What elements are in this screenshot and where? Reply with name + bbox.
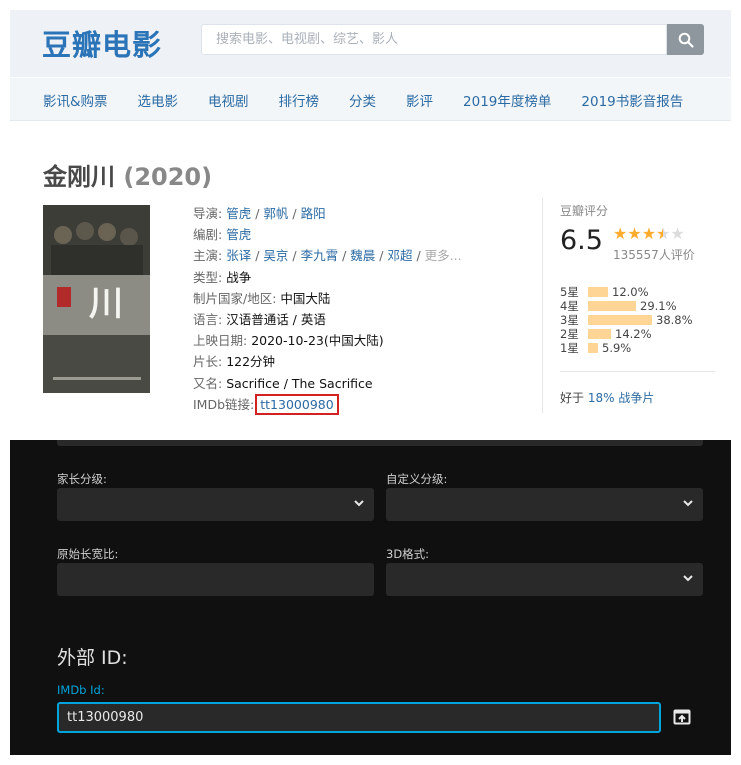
cast-link[interactable]: 张译 (226, 248, 251, 263)
rating-panel: 豆瓣评分 6.5 ★ ★ ★ ★ ★ 135557人评价 5星 12.0% 4星 2… (542, 198, 715, 413)
custom-rating-select[interactable] (386, 488, 703, 521)
rating-bar (588, 343, 598, 353)
page-title: 金刚川 (2020) (43, 157, 212, 192)
writer-link[interactable]: 管虎 (226, 227, 251, 242)
douban-nav: 影讯&购票 选电影 电视剧 排行榜 分类 影评 2019年度榜单 2019书影音… (10, 78, 731, 121)
rating-bar-row: 4星 29.1% (560, 299, 677, 313)
search-input[interactable] (202, 25, 656, 54)
runtime-value: 122分钟 (226, 354, 276, 370)
rating-bar-row: 2星 14.2% (560, 327, 652, 341)
language-value: 汉语普通话 / 英语 (226, 312, 326, 328)
imdb-link[interactable]: tt13000980 (260, 397, 333, 412)
search-button[interactable] (667, 24, 704, 55)
nav-item[interactable]: 影评 (406, 90, 433, 110)
imdb-highlight-box: tt13000980 (255, 393, 339, 415)
3d-format-select[interactable] (386, 563, 703, 596)
cast-link[interactable]: 李九霄 (301, 248, 339, 263)
imdb-id-input[interactable] (59, 704, 647, 731)
movie-title: 金刚川 (43, 163, 115, 191)
better-than: 好于 18% 战争片 (560, 391, 655, 405)
directors-row: 导演: 管虎 / 郭帆 / 路阳 (193, 206, 326, 221)
custom-rating-label: 自定义分级: (386, 472, 448, 486)
half-star-icon: ★ (656, 224, 671, 243)
release-row: 上映日期: 2020-10-23(中国大陆) (193, 333, 384, 349)
writer-row: 编剧: 管虎 (193, 227, 252, 243)
movie-year: (2020) (123, 163, 213, 191)
runtime-row: 片长: 122分钟 (193, 354, 276, 370)
nav-item[interactable]: 电视剧 (208, 90, 249, 110)
metadata-editor: 家长分级: 自定义分级: 原始长宽比: 3D格式: 外部 ID: IMDb Id… (10, 440, 731, 755)
parental-rating-label: 家长分级: (57, 472, 107, 486)
parental-rating-select[interactable] (57, 488, 374, 521)
cast-link[interactable]: 吴京 (263, 248, 288, 263)
svg-text:川: 川 (89, 284, 123, 324)
imdb-id-field[interactable] (57, 702, 661, 733)
nav-item[interactable]: 2019年度榜单 (463, 90, 551, 110)
chevron-down-icon (354, 500, 364, 507)
douban-logo[interactable]: 豆瓣电影 (42, 22, 162, 64)
chevron-down-icon (683, 575, 693, 582)
cast-link[interactable]: 魏晨 (350, 248, 375, 263)
search-icon (678, 32, 694, 48)
cast-more-link[interactable]: 更多... (425, 248, 462, 263)
rating-divider (560, 371, 715, 372)
nav-item[interactable]: 排行榜 (279, 90, 320, 110)
star-icon: ★ (641, 224, 657, 243)
rating-bar-row: 3星 38.8% (560, 313, 693, 327)
better-than-link[interactable]: 18% 战争片 (588, 391, 655, 405)
rating-bar-row: 1星 5.9% (560, 341, 632, 355)
nav-item[interactable]: 选电影 (138, 90, 179, 110)
external-ids-heading: 外部 ID: (57, 647, 128, 669)
star-empty-icon: ★ (670, 224, 685, 243)
previous-field-edge (57, 440, 703, 446)
nav-item[interactable]: 分类 (349, 90, 376, 110)
release-value: 2020-10-23(中国大陆) (251, 333, 384, 349)
rating-count[interactable]: 135557人评价 (613, 246, 695, 263)
rating-bar-row: 5星 12.0% (560, 285, 649, 299)
open-in-new-icon (673, 709, 691, 725)
movie-poster[interactable]: 川 (43, 205, 150, 393)
star-icon: ★ (627, 224, 642, 243)
genre-row: 类型: 战争 (193, 269, 252, 285)
imdb-row: IMDb链接: tt13000980 (193, 393, 462, 415)
rating-bar (588, 301, 636, 311)
douban-movie-page: 豆瓣电影 影讯&购票 选电影 电视剧 排行榜 分类 影评 2019年度榜单 20… (10, 10, 731, 436)
rating-bar (588, 287, 608, 297)
country-row: 制片国家/地区: 中国大陆 (193, 290, 331, 306)
search-box (201, 24, 667, 55)
cast-link[interactable]: 邓超 (387, 248, 412, 263)
director-link[interactable]: 管虎 (226, 206, 251, 221)
director-link[interactable]: 路阳 (301, 206, 326, 221)
open-external-link-button[interactable] (671, 706, 693, 728)
rating-distribution: 5星 12.0% 4星 29.1% 3星 38.8% 2星 14.2% 1星 5.9% (560, 285, 693, 355)
chevron-down-icon (683, 500, 693, 507)
nav-item[interactable]: 2019书影音报告 (581, 90, 683, 110)
3d-format-label: 3D格式: (386, 547, 430, 561)
aka-value: Sacrifice / The Sacrifice (226, 375, 373, 391)
genre-value: 战争 (226, 269, 252, 285)
cast-row: 主演: 张译 / 吴京 / 李九霄 / 魏晨 / 邓超 / 更多... (193, 248, 462, 264)
rating-label: 豆瓣评分 (560, 204, 609, 218)
aka-row: 又名: Sacrifice / The Sacrifice (193, 375, 373, 391)
movie-info: 导演: 管虎 / 郭帆 / 路阳 编剧: 管虎 主演: 张译 / 吴京 / 李九… (193, 203, 462, 415)
nav-item[interactable]: 影讯&购票 (43, 90, 108, 110)
imdb-id-label: IMDb Id: (57, 683, 105, 697)
aspect-ratio-label: 原始长宽比: (57, 547, 119, 561)
douban-header: 豆瓣电影 (10, 10, 731, 77)
language-row: 语言: 汉语普通话 / 英语 (193, 312, 326, 328)
aspect-ratio-input[interactable] (57, 563, 374, 596)
star-icon: ★ (613, 224, 628, 243)
country-value: 中国大陆 (280, 290, 331, 306)
rating-bar (588, 329, 611, 339)
poster-art: 川 (43, 205, 150, 393)
director-link[interactable]: 郭帆 (263, 206, 288, 221)
rating-bar (588, 315, 652, 325)
rating-score: 6.5 (560, 225, 603, 256)
rating-stars: ★ ★ ★ ★ ★ (613, 225, 685, 242)
